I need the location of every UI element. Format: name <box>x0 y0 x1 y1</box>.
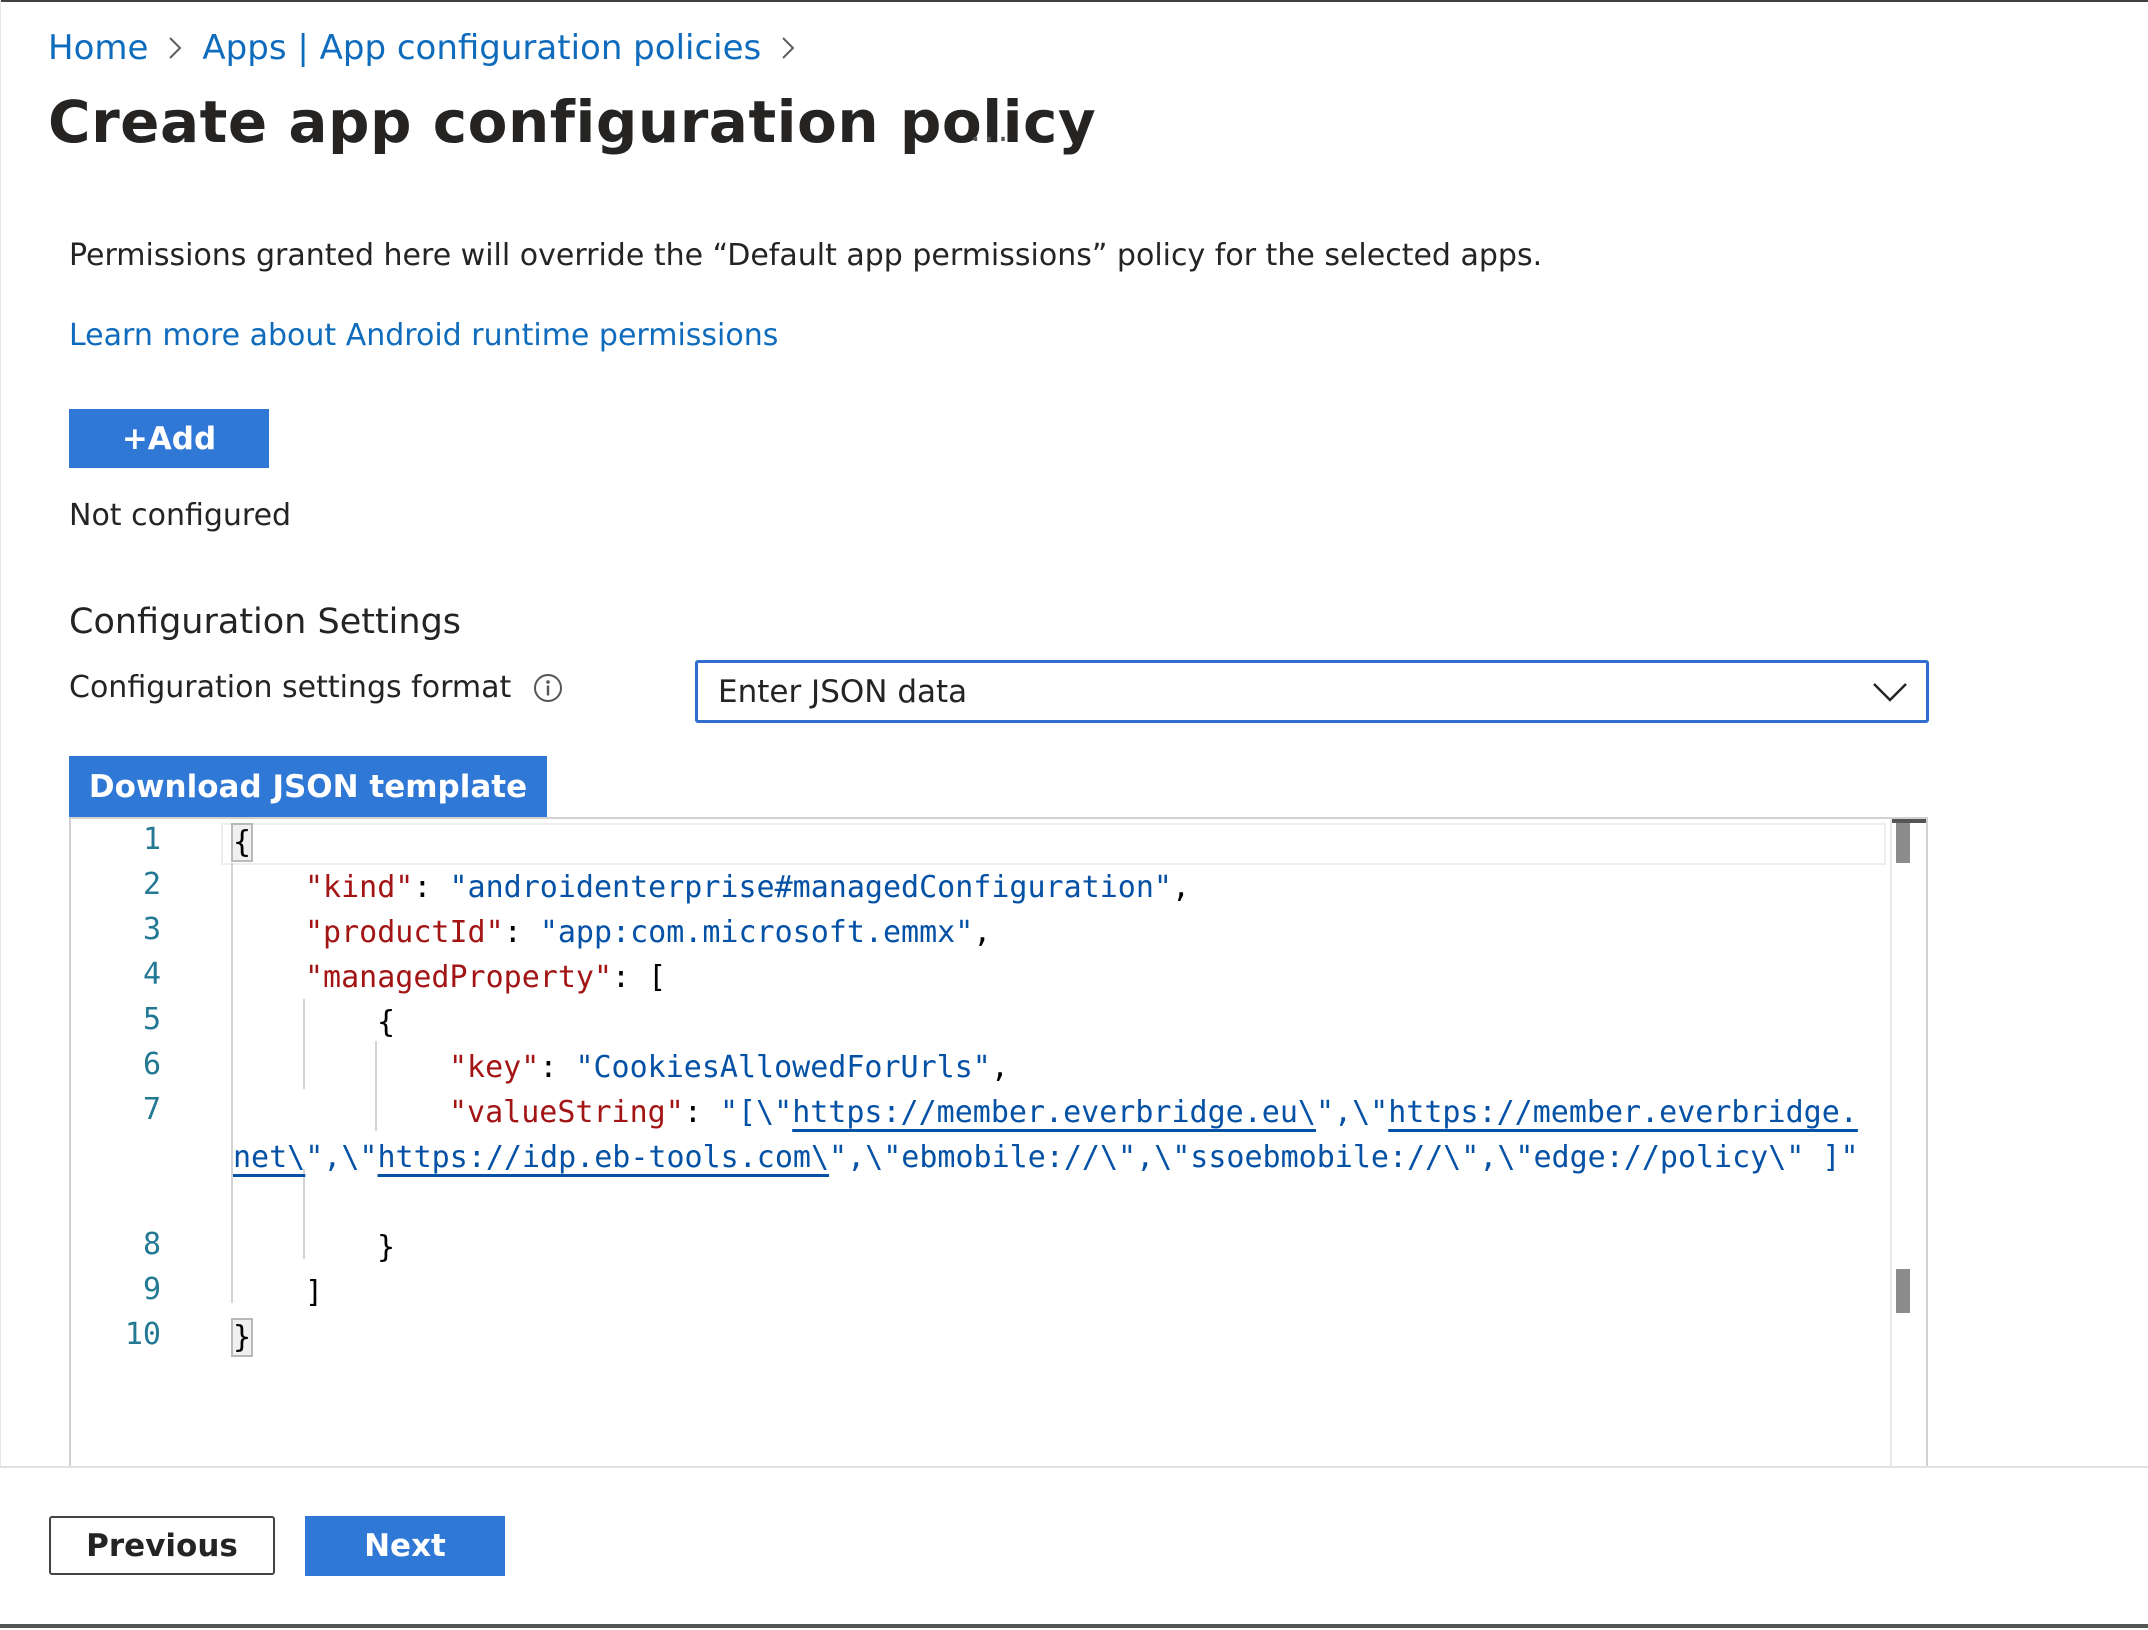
json-string: ",\"ebmobile://\",\"ssoebmobile://\",\"e… <box>829 1140 1859 1175</box>
breadcrumb-apps-link[interactable]: Apps | App configuration policies <box>202 28 761 68</box>
bottom-border <box>0 1624 2148 1628</box>
code-line-4: "managedProperty": [ <box>305 956 666 1000</box>
json-key: "productId" <box>305 915 504 950</box>
json-brace: } <box>230 1318 254 1357</box>
json-string: "androidenterprise#managedConfiguration" <box>449 870 1172 905</box>
json-string: ",\" <box>305 1140 378 1175</box>
line-number-gutter: 1 2 3 4 5 6 7 8 9 10 <box>71 819 171 1469</box>
json-key: "kind" <box>305 870 414 905</box>
json-string: "app:com.microsoft.emmx" <box>539 915 974 950</box>
json-key: "managedProperty" <box>305 960 613 995</box>
json-key: "valueString" <box>449 1095 684 1130</box>
code-line-7: "valueString": "[\"https://member.everbr… <box>449 1091 1858 1135</box>
json-comma: , <box>1171 870 1191 905</box>
line-number: 1 <box>142 822 161 857</box>
line-number: 10 <box>124 1317 161 1352</box>
configuration-format-label: Configuration settings format <box>69 670 563 705</box>
json-url-link[interactable]: https://member.everbridge.eu\ <box>792 1095 1316 1130</box>
configuration-format-value: Enter JSON data <box>718 673 968 710</box>
permissions-status: Not configured <box>69 498 292 533</box>
code-line-7-wrapped: net\",\"https://idp.eb-tools.com\",\"ebm… <box>233 1136 1859 1180</box>
add-button[interactable]: +Add <box>69 409 269 468</box>
json-url-link[interactable]: https://member.everbridge. <box>1388 1095 1858 1130</box>
editor-vertical-scrollbar[interactable] <box>1890 819 1926 1469</box>
code-line-2: "kind": "androidenterprise#managedConfig… <box>305 866 1190 910</box>
scrollbar-cursor-marker <box>1896 823 1910 863</box>
line-number: 7 <box>142 1092 161 1127</box>
json-bracket: [ <box>648 960 667 995</box>
json-colon: : <box>503 915 540 950</box>
code-line-1: { <box>230 821 254 865</box>
json-bracket: ] <box>305 1275 324 1310</box>
json-url-link[interactable]: net\ <box>233 1140 305 1175</box>
json-brace: } <box>377 1230 396 1265</box>
top-border <box>0 0 2148 2</box>
json-code: { "kind": "androidenterprise#managedConf… <box>228 819 1886 1469</box>
line-number: 3 <box>142 912 161 947</box>
next-button[interactable]: Next <box>305 1516 505 1576</box>
previous-button[interactable]: Previous <box>49 1516 275 1575</box>
line-number: 6 <box>142 1047 161 1082</box>
code-line-9: ] <box>305 1271 323 1315</box>
left-border <box>0 0 1 1628</box>
info-icon[interactable] <box>533 673 563 703</box>
code-line-10: } <box>230 1316 254 1360</box>
json-comma: , <box>990 1050 1009 1085</box>
configuration-settings-heading: Configuration Settings <box>69 602 462 642</box>
permissions-description: Permissions granted here will override t… <box>69 238 1543 273</box>
json-string: "[\" <box>719 1095 793 1130</box>
json-brace: { <box>377 1005 396 1040</box>
download-json-template-button[interactable]: Download JSON template <box>69 756 547 817</box>
line-number: 5 <box>142 1002 161 1037</box>
json-brace: { <box>230 823 254 862</box>
chevron-right-icon <box>168 36 182 60</box>
configuration-format-dropdown[interactable]: Enter JSON data <box>695 660 1929 723</box>
json-string: ",\" <box>1315 1095 1389 1130</box>
json-url-link[interactable]: https://idp.eb-tools.com\ <box>378 1140 830 1175</box>
scrollbar-bracket-marker <box>1896 1269 1910 1313</box>
json-colon: : <box>612 960 649 995</box>
learn-more-link[interactable]: Learn more about Android runtime permiss… <box>69 318 778 353</box>
code-line-3: "productId": "app:com.microsoft.emmx", <box>305 911 991 955</box>
json-editor[interactable]: 1 2 3 4 5 6 7 8 9 10 { "kind": "androide… <box>69 817 1928 1469</box>
breadcrumb: Home Apps | App configuration policies <box>48 24 815 72</box>
code-line-8: } <box>377 1226 395 1270</box>
json-string: "CookiesAllowedForUrls" <box>575 1050 991 1085</box>
line-number: 2 <box>142 867 161 902</box>
json-comma: , <box>973 915 992 950</box>
chevron-down-icon <box>1872 681 1908 703</box>
json-key: "key" <box>449 1050 540 1085</box>
breadcrumb-home-link[interactable]: Home <box>48 28 148 68</box>
code-line-6: "key": "CookiesAllowedForUrls", <box>449 1046 1009 1090</box>
code-line-5: { <box>377 1001 395 1045</box>
page-title: Create app configuration policy <box>48 88 1097 156</box>
json-colon: : <box>413 870 450 905</box>
line-number: 8 <box>142 1227 161 1262</box>
json-colon: : <box>539 1050 576 1085</box>
configuration-format-label-text: Configuration settings format <box>69 670 512 705</box>
chevron-right-icon <box>781 36 795 60</box>
line-number: 9 <box>142 1272 161 1307</box>
more-options-button[interactable]: ... <box>970 110 1011 150</box>
json-colon: : <box>683 1095 720 1130</box>
line-number: 4 <box>142 957 161 992</box>
